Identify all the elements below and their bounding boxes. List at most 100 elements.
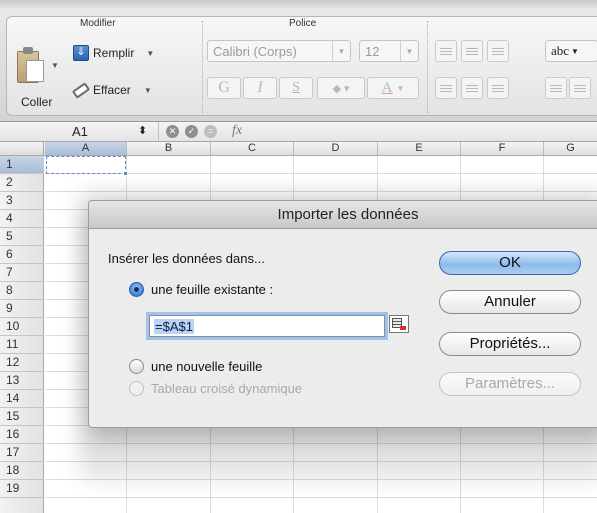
row-header[interactable]: 18 (0, 462, 44, 480)
row-header[interactable]: 7 (0, 264, 44, 282)
reference-input[interactable]: =$A$1 (149, 315, 385, 337)
wrap-label: abc (551, 43, 570, 58)
wrap-text-button[interactable]: abc ▼ (545, 40, 597, 62)
function-icon[interactable]: fx (232, 123, 242, 139)
italic-label: I (257, 79, 263, 96)
ribbon-panel: Modifier Police ▼ Coller ⇓ Remplir ▼ Eff… (6, 16, 597, 116)
cancel-edit-icon[interactable]: ✕ (166, 125, 179, 138)
cancel-button[interactable]: Annuler (439, 290, 581, 314)
align-right-button[interactable] (487, 77, 509, 99)
italic-button[interactable]: I (243, 77, 277, 99)
row-header[interactable]: 3 (0, 192, 44, 210)
column-header-c[interactable]: C (211, 142, 294, 155)
column-header-e[interactable]: E (378, 142, 461, 155)
ribbon: Modifier Police ▼ Coller ⇓ Remplir ▼ Eff… (0, 0, 597, 122)
row-header[interactable]: 19 (0, 480, 44, 498)
row-header[interactable]: 13 (0, 372, 44, 390)
decrease-indent-button[interactable] (545, 77, 567, 99)
clear-label: Effacer (93, 83, 131, 97)
column-header-f[interactable]: F (461, 142, 544, 155)
font-name-value: Calibri (Corps) (213, 43, 297, 59)
column-headers: A B C D E F G (0, 142, 597, 156)
row-header[interactable]: 12 (0, 354, 44, 372)
dialog-titlebar[interactable]: Importer les données (89, 201, 597, 229)
row-header[interactable]: 4 (0, 210, 44, 228)
align-bottom-button[interactable] (487, 40, 509, 62)
dialog-title: Importer les données (277, 206, 419, 223)
font-color-label: A (381, 79, 393, 96)
font-name-select[interactable]: Calibri (Corps) ▼ (207, 40, 351, 62)
reference-value: =$A$1 (154, 318, 194, 334)
group-separator (427, 21, 428, 113)
row-header[interactable]: 1 (0, 156, 44, 174)
collapse-dialog-button[interactable] (389, 315, 409, 333)
radio-existing-sheet[interactable] (129, 282, 144, 297)
chevron-down-icon: ▼ (571, 46, 579, 56)
row-header[interactable]: 6 (0, 246, 44, 264)
underline-button[interactable]: S (279, 77, 313, 99)
select-all-corner[interactable] (0, 142, 44, 155)
properties-button[interactable]: Propriétés... (439, 332, 581, 356)
formula-bar: A1 ⬍ ✕ ✓ = fx (0, 122, 597, 142)
row-header[interactable]: 11 (0, 336, 44, 354)
increase-indent-button[interactable] (569, 77, 591, 99)
fill-label: Remplir (93, 46, 135, 60)
radio-new-sheet[interactable] (129, 359, 144, 374)
column-header-d[interactable]: D (294, 142, 378, 155)
column-header-g[interactable]: G (544, 142, 597, 155)
ok-button[interactable]: OK (439, 251, 581, 275)
align-top-button[interactable] (435, 40, 457, 62)
radio-pivot-table-label: Tableau croisé dynamique (151, 381, 303, 396)
equals-icon[interactable]: = (204, 125, 217, 138)
row-header[interactable]: 14 (0, 390, 44, 408)
fill-color-button[interactable]: ◆ ▾ (317, 77, 365, 99)
selected-cell-a1[interactable] (46, 156, 126, 174)
chevron-down-icon: ▼ (143, 85, 152, 95)
align-middle-button[interactable] (461, 40, 483, 62)
excel-window: Modifier Police ▼ Coller ⇓ Remplir ▼ Eff… (0, 0, 597, 513)
fill-handle[interactable] (123, 171, 128, 176)
group-title-modifier: Modifier (80, 18, 116, 29)
group-title-police: Police (289, 18, 317, 29)
bold-button[interactable]: G (207, 77, 241, 99)
import-data-dialog: Importer les données Insérer les données… (88, 200, 597, 428)
eraser-icon (71, 81, 91, 99)
name-box[interactable]: A1 ⬍ (0, 122, 158, 141)
chevron-down-icon: ▼ (146, 48, 155, 58)
paint-bucket-icon: ◆ ▾ (332, 82, 350, 95)
paste-icon[interactable] (17, 47, 47, 87)
chevron-down-icon: ▼ (400, 41, 418, 61)
paste-label[interactable]: Coller (21, 95, 52, 109)
row-header[interactable]: 8 (0, 282, 44, 300)
parameters-button: Paramètres... (439, 372, 581, 396)
ribbon-top-edge (0, 0, 597, 8)
radio-existing-sheet-label[interactable]: une feuille existante : (151, 282, 273, 297)
fill-button[interactable]: ⇓ Remplir ▼ (73, 45, 154, 61)
font-color-button[interactable]: A ▼ (367, 77, 419, 99)
row-header[interactable]: 10 (0, 318, 44, 336)
confirm-edit-icon[interactable]: ✓ (185, 125, 198, 138)
font-size-value: 12 (365, 43, 380, 59)
row-header[interactable]: 15 (0, 408, 44, 426)
underline-label: S (292, 80, 300, 95)
align-center-button[interactable] (461, 77, 483, 99)
clear-button[interactable]: Effacer ▼ (71, 81, 152, 99)
paste-dropdown-icon[interactable]: ▼ (51, 61, 59, 70)
group-separator (202, 21, 203, 113)
row-headers: 1 2 3 4 5 6 7 8 9 10 11 12 13 14 15 16 1… (0, 156, 44, 513)
row-header[interactable]: 16 (0, 426, 44, 444)
align-left-button[interactable] (435, 77, 457, 99)
insert-data-label: Insérer les données dans... (108, 251, 265, 266)
name-box-stepper-icon[interactable]: ⬍ (138, 124, 147, 137)
row-header[interactable]: 2 (0, 174, 44, 192)
chevron-down-icon: ▼ (396, 83, 405, 93)
row-header[interactable]: 9 (0, 300, 44, 318)
radio-new-sheet-label[interactable]: une nouvelle feuille (151, 359, 262, 374)
column-header-b[interactable]: B (127, 142, 211, 155)
row-header[interactable]: 17 (0, 444, 44, 462)
bold-label: G (218, 79, 230, 96)
column-header-a[interactable]: A (45, 142, 127, 155)
row-header[interactable]: 5 (0, 228, 44, 246)
cell-reference: A1 (72, 124, 88, 139)
font-size-select[interactable]: 12 ▼ (359, 40, 419, 62)
